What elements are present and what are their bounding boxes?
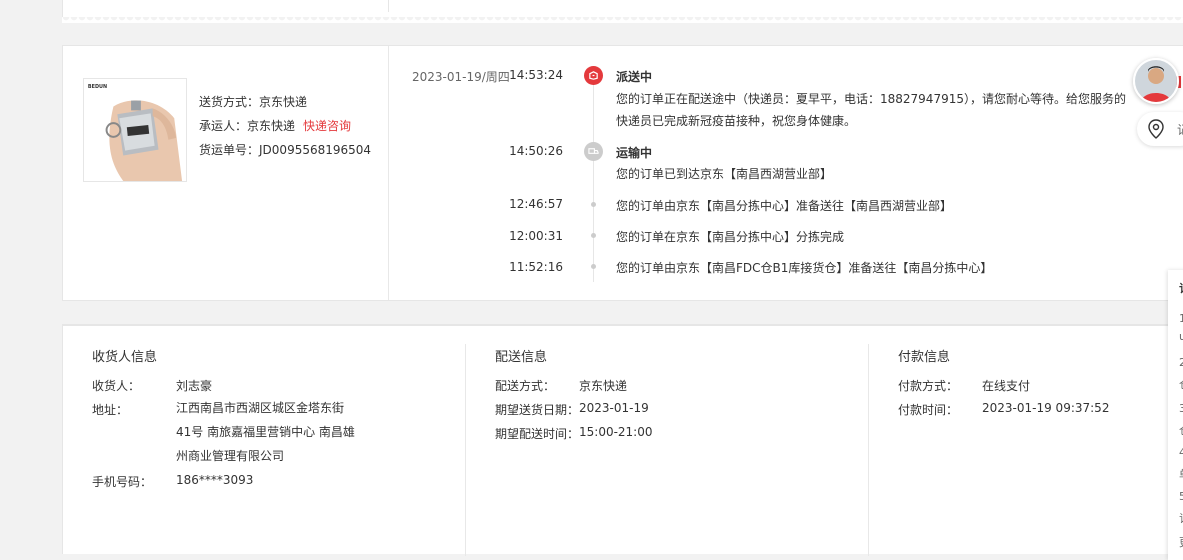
- delivery-time: 15:00-21:00: [579, 425, 653, 439]
- event-time: 14:50:26: [509, 144, 563, 158]
- truck-icon: [584, 142, 603, 161]
- order-side-panel[interactable]: 订 1 u 2 仓 3 仓 4 单 5 订 更: [1168, 270, 1183, 560]
- shipping-info: 送货方式：京东快递 承运人：京东快递 快递咨询 货运单号：JD0095568196…: [199, 90, 371, 162]
- shipping-method-value: 京东快递: [259, 95, 308, 109]
- consignee-section: 收货人信息 收货人： 刘志豪 地址： 江西南昌市西湖区城区金塔东街 41号 南旅…: [92, 326, 462, 554]
- waybill-row: 货运单号：JD0095568196504: [199, 138, 371, 162]
- panel-peek-text: 2: [1179, 356, 1183, 369]
- event-title: 运输中: [616, 146, 653, 160]
- panel-peek-text: u: [1179, 330, 1183, 343]
- shipping-method-label: 送货方式：: [199, 95, 260, 109]
- address-line: 江西南昌市西湖区城区金塔东街: [176, 401, 345, 415]
- delivery-icon: [584, 66, 603, 85]
- tracking-card: BEDUN 送货方式：京东快递 承运人：京东快递 快递咨询 货运单号：JD0095…: [62, 45, 1183, 301]
- divider: [388, 0, 389, 12]
- panel-peek-text: 5: [1179, 490, 1183, 503]
- event-time: 14:53:24: [509, 68, 563, 82]
- address-line: 州商业管理有限公司: [176, 449, 285, 463]
- delivery-date-label: 期望送货日期：: [495, 403, 580, 417]
- event-text: 您的订单由京东【南昌FDC仓B1库接货仓】准备送往【南昌分拣中心】: [616, 261, 993, 275]
- panel-peek-text: 仓: [1179, 376, 1183, 392]
- location-button[interactable]: 记: [1137, 112, 1183, 146]
- event-time: 12:00:31: [509, 229, 563, 243]
- delivery-date: 2023-01-19: [579, 401, 649, 415]
- event-time: 11:52:16: [509, 260, 563, 274]
- location-pin-icon: [1148, 119, 1164, 139]
- timeline-dot: [591, 233, 596, 238]
- payment-method: 在线支付: [982, 379, 1031, 393]
- zigzag-edge: [62, 17, 1183, 23]
- event-text: 您的订单在京东【南昌分拣中心】分拣完成: [616, 230, 845, 244]
- panel-peek-text: 4: [1179, 446, 1183, 459]
- courier-inquiry-link[interactable]: 快递咨询: [303, 119, 351, 133]
- event-time: 12:46:57: [509, 197, 563, 211]
- panel-peek-text: 1: [1179, 312, 1183, 325]
- phone-value: 186****3093: [176, 473, 254, 487]
- delivery-time-label: 期望配送时间：: [495, 427, 580, 441]
- payment-time: 2023-01-19 09:37:52: [982, 401, 1110, 415]
- panel-peek-text: 订: [1179, 280, 1183, 296]
- divider: [465, 344, 466, 556]
- address-line: 41号 南旅嘉福里营销中心 南昌雄: [176, 425, 355, 439]
- event-title: 派送中: [616, 70, 653, 84]
- consignee-name: 刘志豪: [176, 379, 213, 393]
- payment-heading: 付款信息: [898, 350, 951, 365]
- delivery-method-label: 配送方式：: [495, 379, 556, 393]
- product-brand-text: BEDUN: [88, 84, 107, 90]
- timeline-line: [593, 82, 594, 282]
- carrier-row: 承运人：京东快递 快递咨询: [199, 114, 371, 138]
- carrier-value: 京东快递: [247, 119, 296, 133]
- panel-peek-text: 更: [1179, 534, 1183, 550]
- product-image[interactable]: BEDUN: [83, 78, 187, 182]
- delivery-section: 配送信息 配送方式： 京东快递 期望送货日期： 2023-01-19 期望配送时…: [495, 326, 865, 554]
- address-label: 地址：: [92, 403, 129, 417]
- address-value: 江西南昌市西湖区城区金塔东街 41号 南旅嘉福里营销中心 南昌雄 州商业管理有限…: [176, 396, 355, 468]
- shipping-method-row: 送货方式：京东快递: [199, 90, 371, 114]
- location-label-peek: 记: [1177, 121, 1183, 138]
- panel-peek-text: 3: [1179, 402, 1183, 415]
- event-text: 您的订单正在配送途中（快递员：夏早平，电话：18827947915），请您耐心等…: [616, 92, 1126, 128]
- divider: [388, 46, 389, 300]
- event-text: 您的订单已到达京东【南昌西湖营业部】: [616, 167, 833, 181]
- waybill-number: JD0095568196504: [259, 143, 372, 157]
- delivery-heading: 配送信息: [495, 350, 548, 365]
- panel-peek-text: 仓: [1179, 422, 1183, 438]
- carrier-label: 承运人：: [199, 119, 248, 133]
- delivery-method: 京东快递: [579, 379, 628, 393]
- timeline-dot: [591, 202, 596, 207]
- divider: [868, 344, 869, 556]
- phone-label: 手机号码：: [92, 475, 153, 489]
- panel-peek-text: 订: [1179, 510, 1183, 526]
- product-image-svg: BEDUN: [84, 79, 186, 181]
- payment-method-label: 付款方式：: [898, 379, 959, 393]
- panel-peek-text: 单: [1179, 466, 1183, 482]
- service-avatar[interactable]: [1133, 58, 1179, 104]
- payment-section: 付款信息 付款方式： 在线支付 付款时间： 2023-01-19 09:37:5…: [898, 326, 1158, 554]
- consignee-heading: 收货人信息: [92, 350, 158, 365]
- event-text: 您的订单由京东【南昌分拣中心】准备送往【南昌西湖营业部】: [616, 199, 953, 213]
- order-info-card: 收货人信息 收货人： 刘志豪 地址： 江西南昌市西湖区城区金塔东街 41号 南旅…: [62, 324, 1183, 556]
- consignee-name-label: 收货人：: [92, 379, 141, 393]
- avatar-image: [1135, 60, 1177, 102]
- payment-time-label: 付款时间：: [898, 403, 959, 417]
- waybill-label: 货运单号：: [199, 143, 260, 157]
- timeline-dot: [591, 264, 596, 269]
